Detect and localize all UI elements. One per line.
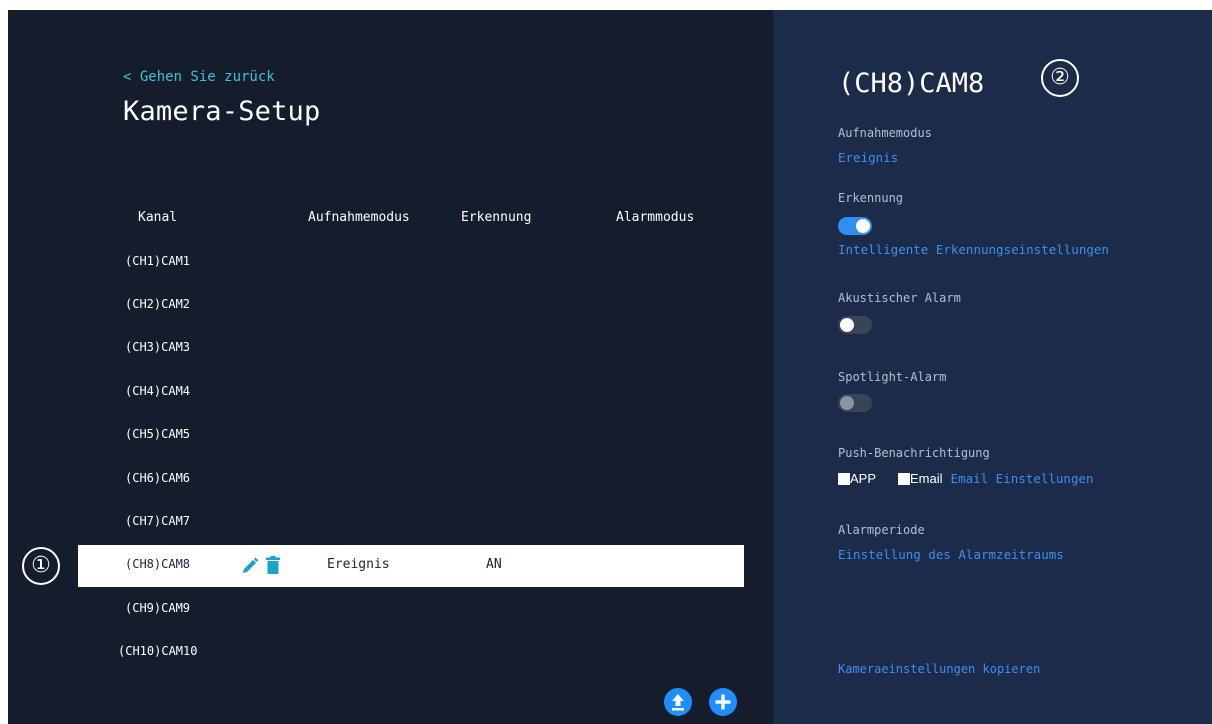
record-mode-value-link[interactable]: Ereignis: [838, 150, 898, 165]
column-header-detection: Erkennung: [461, 210, 532, 225]
trash-delete-icon[interactable]: [266, 556, 280, 574]
detection-toggle[interactable]: [838, 217, 872, 235]
smart-detection-settings-link[interactable]: Intelligente Erkennungseinstellungen: [838, 242, 1109, 257]
camera-row-ch7[interactable]: (CH7)CAM7: [78, 502, 744, 544]
toggle-knob: [840, 318, 854, 332]
camera-row-record-mode: Ereignis: [327, 557, 390, 572]
camera-list-panel: < Gehen Sie zurück Kamera-Setup Kanal Au…: [8, 10, 773, 724]
back-link[interactable]: < Gehen Sie zurück: [123, 69, 275, 85]
detection-label: Erkennung: [838, 191, 904, 205]
record-mode-label: Aufnahmemodus: [838, 126, 932, 140]
camera-row-ch9[interactable]: (CH9)CAM9: [78, 589, 744, 631]
spotlight-alarm-toggle[interactable]: [838, 394, 872, 412]
camera-row-ch5[interactable]: (CH5)CAM5: [78, 415, 744, 457]
camera-detail-panel: (CH8)CAM8 ② Aufnahmemodus Ereignis Erken…: [773, 10, 1212, 724]
camera-row-name: (CH1)CAM1: [125, 254, 191, 268]
camera-row-ch4[interactable]: (CH4)CAM4: [78, 372, 744, 414]
camera-row-name: (CH9)CAM9: [125, 601, 191, 615]
toggle-knob: [856, 219, 870, 233]
push-app-checkbox[interactable]: [838, 472, 850, 485]
camera-row-name: (CH4)CAM4: [125, 384, 191, 398]
push-app-label: APP: [850, 471, 877, 486]
upload-button[interactable]: [664, 688, 692, 716]
alarm-period-label: Alarmperiode: [838, 523, 925, 537]
upload-icon: [672, 694, 684, 711]
camera-row-name: (CH6)CAM6: [125, 471, 191, 485]
camera-row-ch2[interactable]: (CH2)CAM2: [78, 285, 744, 327]
pencil-edit-icon[interactable]: [241, 557, 259, 575]
push-email-checkbox[interactable]: [898, 472, 911, 485]
camera-row-name: (CH2)CAM2: [125, 297, 191, 311]
push-notification-options: APP Email Email Einstellungen: [838, 468, 1094, 486]
email-settings-link[interactable]: Email Einstellungen: [951, 471, 1094, 486]
camera-row-name: (CH10)CAM10: [118, 644, 198, 658]
camera-row-ch8-selected[interactable]: (CH8)CAM8 Ereignis AN: [78, 545, 744, 587]
camera-row-ch10[interactable]: (CH10)CAM10: [78, 632, 744, 674]
plus-icon: [715, 694, 731, 710]
camera-row-ch3[interactable]: (CH3)CAM3: [78, 328, 744, 370]
toggle-knob: [840, 396, 854, 410]
camera-row-ch6[interactable]: (CH6)CAM6: [78, 459, 744, 501]
push-email-label: Email: [910, 471, 943, 486]
acoustic-alarm-toggle[interactable]: [838, 316, 872, 334]
column-header-alarm-mode: Alarmmodus: [616, 210, 695, 225]
camera-row-ch1[interactable]: (CH1)CAM1: [78, 242, 744, 284]
push-notification-label: Push-Benachrichtigung: [838, 446, 990, 460]
callout-number-1: ①: [22, 547, 60, 585]
camera-row-detection: AN: [486, 557, 502, 572]
column-header-channel: Kanal: [138, 210, 178, 225]
spotlight-alarm-label: Spotlight-Alarm: [838, 370, 947, 384]
add-camera-button[interactable]: [709, 688, 737, 716]
copy-camera-settings-link[interactable]: Kameraeinstellungen kopieren: [838, 662, 1040, 676]
acoustic-alarm-label: Akustischer Alarm: [838, 291, 961, 305]
alarm-period-settings-link[interactable]: Einstellung des Alarmzeitraums: [838, 547, 1064, 562]
camera-detail-title: (CH8)CAM8: [838, 68, 985, 99]
callout-number-2: ②: [1041, 59, 1079, 97]
camera-setup-screen: < Gehen Sie zurück Kamera-Setup Kanal Au…: [8, 10, 1212, 724]
page-title: Kamera-Setup: [123, 96, 321, 127]
camera-row-name: (CH8)CAM8: [125, 557, 191, 571]
camera-row-name: (CH7)CAM7: [125, 514, 191, 528]
column-header-record-mode: Aufnahmemodus: [308, 210, 410, 225]
camera-row-name: (CH5)CAM5: [125, 427, 191, 441]
camera-row-name: (CH3)CAM3: [125, 340, 191, 354]
